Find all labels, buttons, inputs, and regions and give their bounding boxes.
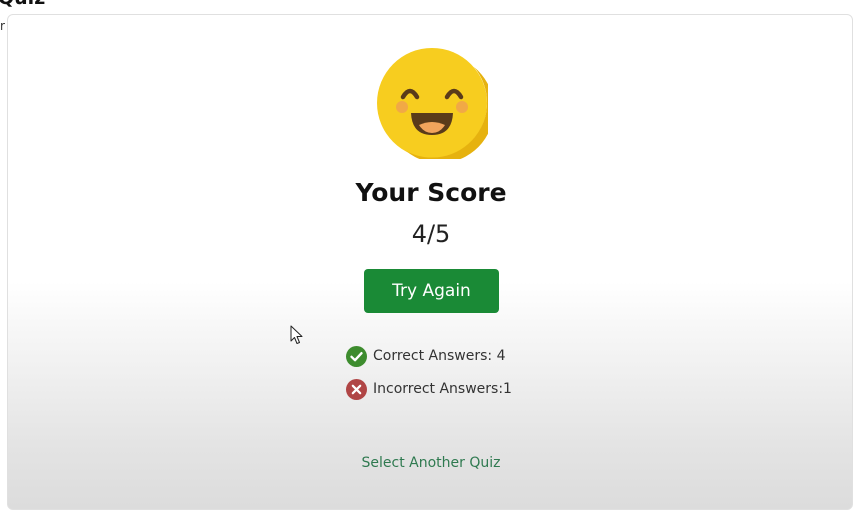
smiling-face-icon [377,48,488,159]
score-heading: Your Score [355,178,507,207]
quiz-result-page: Quiz r Your Score 4/5 Try Again Correct … [0,0,863,519]
incorrect-answers-row: Incorrect Answers:1 [346,377,512,401]
score-value: 4/5 [411,220,451,248]
correct-answers-text: Correct Answers: 4 [373,348,506,364]
page-title: Quiz [0,0,45,8]
x-circle-icon [346,378,367,400]
side-text-fragment: r [0,19,5,33]
try-again-button[interactable]: Try Again [364,269,499,313]
mouse-cursor-icon [290,325,303,344]
score-card: Your Score 4/5 Try Again Correct Answers… [7,14,853,510]
incorrect-answers-text: Incorrect Answers:1 [373,381,512,397]
check-circle-icon [346,345,367,367]
select-another-quiz-link[interactable]: Select Another Quiz [8,452,852,474]
correct-answers-row: Correct Answers: 4 [346,344,505,368]
